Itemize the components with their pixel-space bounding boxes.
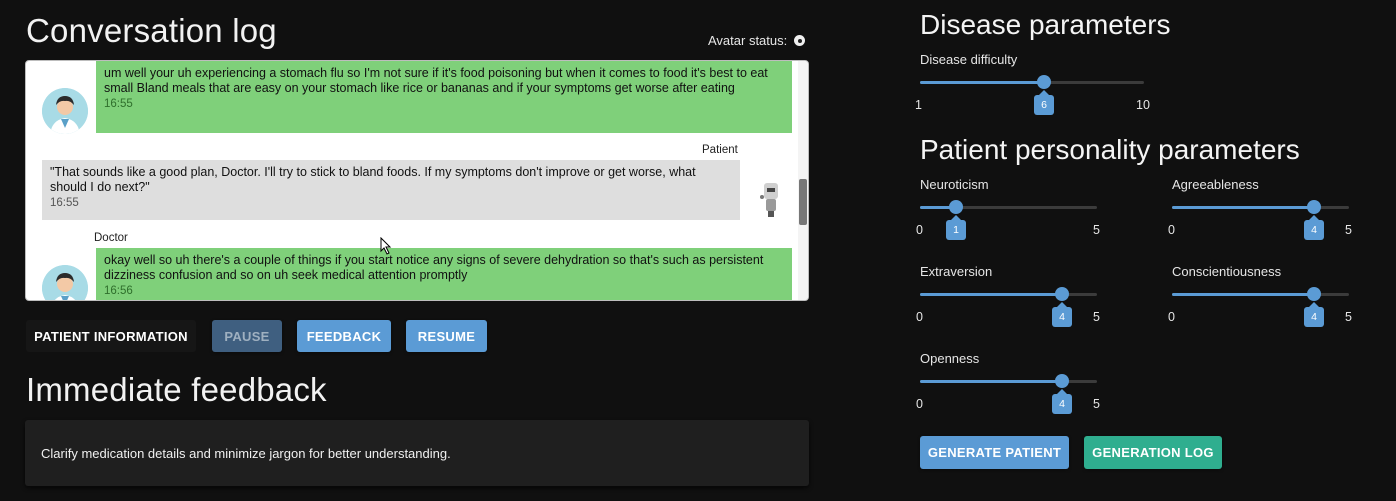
slider-thumb[interactable] [1307, 287, 1321, 301]
slider-value: 4 [1052, 389, 1072, 414]
message-time: 16:56 [104, 285, 133, 297]
neuroticism-slider[interactable]: 1 [920, 200, 1097, 240]
chat-scrollbar[interactable] [798, 61, 808, 300]
disease-difficulty-slider[interactable]: 6 [920, 75, 1144, 115]
pause-button[interactable]: PAUSE [212, 320, 282, 352]
immediate-feedback-box: Clarify medication details and minimize … [25, 420, 809, 486]
message-doctor-1: um well your uh experiencing a stomach f… [96, 61, 792, 133]
message-text: "That sounds like a good plan, Doctor. I… [50, 165, 696, 194]
slider-value: 4 [1304, 302, 1324, 327]
agreeableness-label: Agreeableness [1172, 177, 1259, 192]
slider-value: 4 [1052, 302, 1072, 327]
slider-min-label: 0 [916, 223, 923, 237]
message-sender: Patient [702, 144, 738, 156]
slider-value: 1 [946, 215, 966, 240]
openness-slider[interactable]: 4 [920, 374, 1097, 414]
slider-thumb[interactable] [1055, 374, 1069, 388]
feedback-button[interactable]: FEEDBACK [297, 320, 391, 352]
slider-thumb[interactable] [949, 200, 963, 214]
mouse-cursor-icon [380, 237, 392, 255]
message-sender: Doctor [94, 232, 128, 244]
slider-max-label: 5 [1093, 223, 1100, 237]
message-text: okay well so uh there's a couple of thin… [104, 253, 764, 282]
robot-avatar-icon [758, 179, 784, 219]
slider-thumb[interactable] [1055, 287, 1069, 301]
status-dot-icon [794, 35, 806, 46]
generation-log-button[interactable]: GENERATION LOG [1084, 436, 1222, 469]
chat-scrollbar-thumb[interactable] [799, 179, 807, 225]
disease-parameters-title: Disease parameters [920, 9, 1171, 40]
message-doctor-2: okay well so uh there's a couple of thin… [96, 248, 792, 300]
slider-min-label: 0 [1168, 310, 1175, 324]
extraversion-label: Extraversion [920, 264, 993, 279]
slider-max-label: 5 [1345, 223, 1352, 237]
slider-thumb[interactable] [1037, 75, 1051, 89]
patient-information-button[interactable]: PATIENT INFORMATION [26, 320, 196, 352]
conversation-log[interactable]: um well your uh experiencing a stomach f… [25, 60, 809, 301]
message-time: 16:55 [50, 197, 79, 209]
extraversion-slider[interactable]: 4 [920, 287, 1097, 327]
conversation-log-title: Conversation log [26, 12, 277, 49]
immediate-feedback-text: Clarify medication details and minimize … [41, 445, 451, 461]
slider-min-label: 0 [916, 310, 923, 324]
slider-min-label: 1 [915, 98, 922, 112]
conscientiousness-slider[interactable]: 4 [1172, 287, 1349, 327]
conscientiousness-label: Conscientiousness [1172, 264, 1282, 279]
avatar-status-label: Avatar status: [708, 33, 788, 48]
slider-thumb[interactable] [1307, 200, 1321, 214]
message-time: 16:55 [104, 98, 133, 110]
disease-difficulty-label: Disease difficulty [920, 52, 1018, 67]
resume-button[interactable]: RESUME [406, 320, 487, 352]
slider-value: 6 [1034, 90, 1054, 115]
message-patient-1: "That sounds like a good plan, Doctor. I… [42, 160, 740, 220]
neuroticism-label: Neuroticism [920, 177, 989, 192]
slider-min-label: 0 [916, 397, 923, 411]
immediate-feedback-title: Immediate feedback [26, 371, 327, 408]
agreeableness-slider[interactable]: 4 [1172, 200, 1349, 240]
openness-label: Openness [920, 351, 980, 366]
slider-max-label: 5 [1093, 310, 1100, 324]
slider-min-label: 0 [1168, 223, 1175, 237]
doctor-avatar-icon [42, 88, 88, 134]
slider-value: 4 [1304, 215, 1324, 240]
message-text: um well your uh experiencing a stomach f… [104, 66, 768, 95]
slider-max-label: 5 [1093, 397, 1100, 411]
slider-max-label: 5 [1345, 310, 1352, 324]
slider-max-label: 10 [1136, 98, 1150, 112]
doctor-avatar-icon [42, 265, 88, 300]
avatar-status: Avatar status: [708, 33, 806, 48]
generate-patient-button[interactable]: GENERATE PATIENT [920, 436, 1069, 469]
personality-parameters-title: Patient personality parameters [920, 134, 1300, 165]
